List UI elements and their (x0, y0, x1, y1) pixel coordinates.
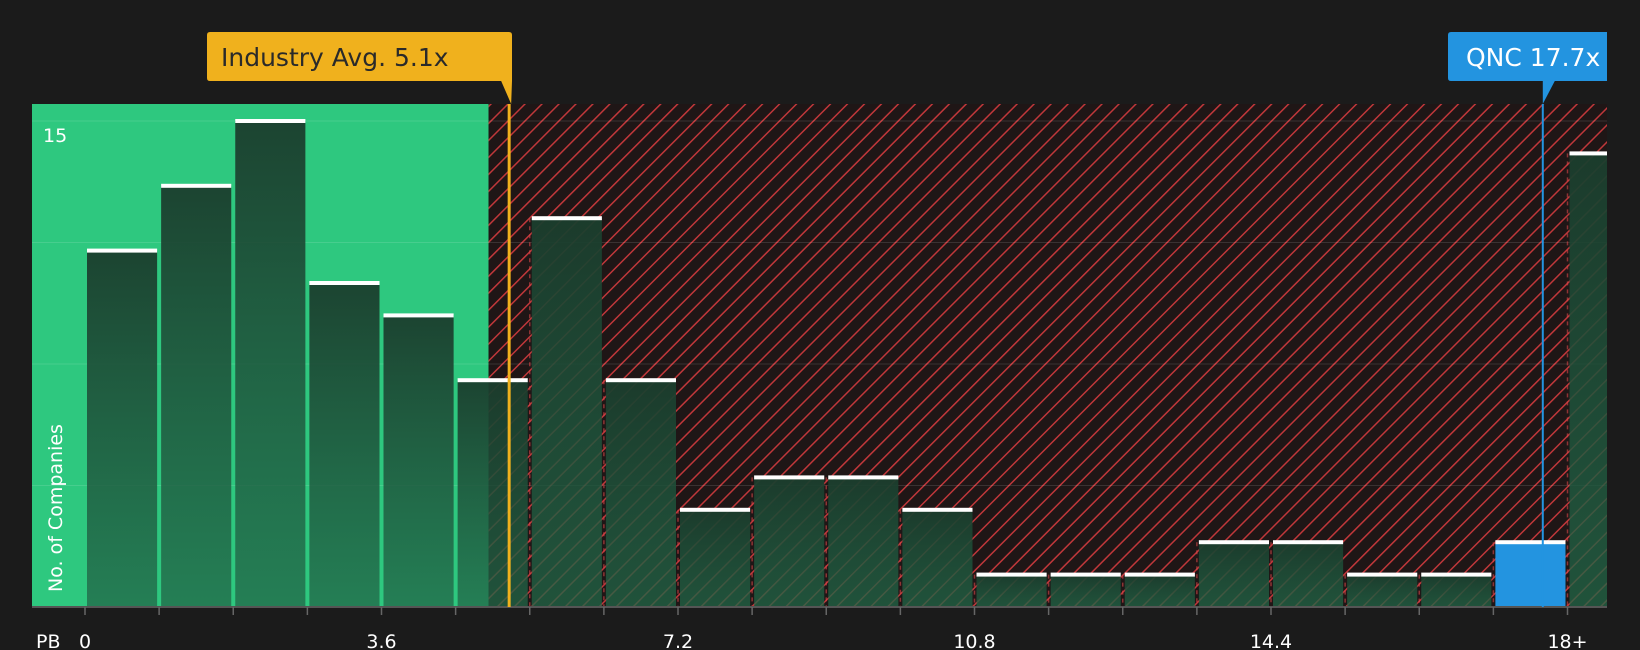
bar-body (1050, 574, 1121, 607)
histogram-bar (161, 183, 232, 608)
bar-body (754, 477, 825, 607)
x-tick-label: 18+ (1547, 631, 1587, 650)
bar-cap (1495, 540, 1566, 545)
bar-body (1347, 574, 1418, 607)
bar-body (976, 574, 1047, 607)
bar-body (1421, 574, 1492, 607)
bar-cap (383, 313, 454, 318)
histogram-bar (1270, 540, 1344, 607)
histogram-bar (1196, 540, 1269, 607)
histogram-bar (1122, 572, 1195, 607)
bar-body (680, 509, 751, 607)
histogram-bar (309, 281, 380, 607)
industry-average-label: Industry Avg. 5.1x (221, 43, 449, 72)
bar-cap (1421, 572, 1492, 577)
bar-body (383, 315, 454, 607)
bar-cap (457, 378, 528, 383)
bar-body (1124, 574, 1195, 607)
bar-body (457, 380, 528, 607)
bar-cap (828, 475, 899, 480)
bar-cap (309, 281, 380, 285)
x-axis-label: PB (36, 631, 61, 650)
histogram-bar (973, 572, 1047, 607)
histogram-bar (87, 248, 158, 607)
bar-body (1273, 542, 1344, 607)
histogram-bar (457, 378, 528, 607)
bar-cap (902, 507, 973, 512)
histogram-bar (1047, 572, 1121, 607)
histogram-bar (751, 475, 825, 607)
bar-cap (1198, 540, 1269, 545)
x-tick-label: 7.2 (663, 631, 693, 650)
bar-cap (531, 216, 602, 221)
histogram-bar (383, 313, 454, 607)
x-tick-label: 0 (79, 631, 91, 650)
bar-cap (1569, 151, 1607, 156)
bar-cap (605, 378, 676, 383)
bar-cap (680, 507, 751, 512)
histogram-bar (899, 507, 973, 607)
x-tick-label: 10.8 (953, 631, 995, 650)
histogram-bar (677, 507, 751, 607)
bar-body (828, 477, 899, 607)
histogram-bar (1566, 151, 1607, 607)
bar-body (161, 185, 232, 608)
bar-body (605, 380, 676, 607)
x-tick-label: 3.6 (366, 631, 396, 650)
pb-distribution-chart: 0 3.6 7.2 10.8 14.4 18+ 15 No. of Companies PB… (32, 32, 1607, 650)
y-axis-label: No. of Companies (45, 424, 67, 592)
bar-body (1569, 153, 1607, 607)
x-tick-label: 14.4 (1250, 631, 1292, 650)
histogram-bar (1344, 572, 1418, 607)
bar-cap (1347, 572, 1418, 577)
bar-cap (161, 183, 232, 188)
histogram-bar (1492, 540, 1566, 607)
histogram-bar (1418, 572, 1492, 607)
bar-body (531, 218, 602, 607)
company-label: QNC 17.7x (1466, 43, 1600, 72)
bar-cap (235, 119, 306, 123)
histogram-bar (603, 378, 676, 607)
bar-cap (1124, 572, 1195, 577)
y-tick-label: 15 (43, 125, 67, 147)
bar-cap (754, 475, 825, 480)
bar-cap (87, 248, 158, 253)
bar-body (235, 121, 306, 607)
bar-body (1198, 542, 1269, 607)
bar-cap (1050, 572, 1121, 577)
bar-cap (1273, 540, 1344, 545)
histogram-bar (825, 475, 899, 607)
histogram-bar (235, 119, 306, 607)
company-bar (1495, 542, 1566, 607)
bar-body (309, 283, 380, 607)
bar-cap (976, 572, 1047, 577)
bar-body (902, 509, 973, 607)
histogram-bar (529, 216, 602, 607)
bar-body (87, 250, 158, 607)
